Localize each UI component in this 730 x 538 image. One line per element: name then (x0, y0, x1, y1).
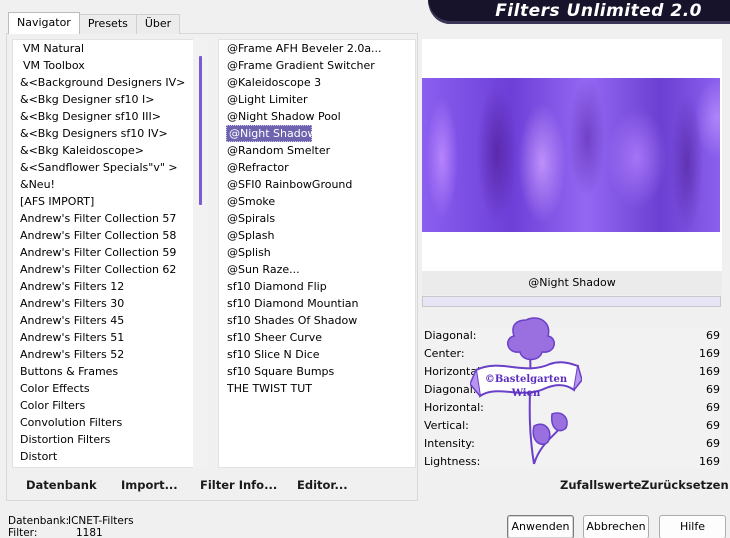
category-item[interactable]: [AFS IMPORT] (13, 193, 207, 210)
filter-item[interactable]: @Refractor (219, 159, 415, 176)
filter-item[interactable]: @Smoke (219, 193, 415, 210)
category-item[interactable]: Buttons & Frames (13, 363, 207, 380)
param-value[interactable]: 69 (706, 399, 720, 417)
category-item[interactable]: Distort (13, 448, 207, 465)
filter-info-button[interactable]: Filter Info... (200, 478, 277, 492)
watermark-flower: ©Bastelgarten Wien (470, 317, 582, 465)
watermark-text-2: Wien (511, 388, 541, 399)
category-item[interactable]: Color Effects (13, 380, 207, 397)
category-scrollbar-thumb[interactable] (199, 56, 202, 205)
tab-about[interactable]: Über (135, 14, 181, 34)
preview-image (422, 78, 720, 232)
category-item[interactable]: Andrew's Filters 45 (13, 312, 207, 329)
app-title: Filters Unlimited 2.0 (495, 1, 702, 21)
category-item[interactable]: VM Toolbox (13, 57, 207, 74)
filter-item[interactable]: THE TWIST TUT (219, 380, 415, 397)
filter-item[interactable]: @Spirals (219, 210, 415, 227)
category-item[interactable]: &Neu! (13, 176, 207, 193)
category-item[interactable]: &<Bkg Kaleidoscope> (13, 142, 207, 159)
database-button[interactable]: Datenbank (26, 478, 97, 492)
apply-button[interactable]: Anwenden (507, 515, 574, 538)
param-label: Intensity: (424, 437, 475, 450)
status-area: Datenbank:ICNET-Filters Filter: 1181 (8, 515, 134, 538)
category-item[interactable]: &<Bkg Designer sf10 III> (13, 108, 207, 125)
import-button[interactable]: Import... (121, 478, 178, 492)
watermark-text-1: ©Bastelgarten (485, 374, 568, 385)
param-value[interactable]: 69 (706, 417, 720, 435)
category-item[interactable]: &<Bkg Designers sf10 IV> (13, 125, 207, 142)
category-item[interactable]: Andrew's Filters 51 (13, 329, 207, 346)
param-value[interactable]: 169 (699, 345, 720, 363)
category-item[interactable]: Andrew's Filter Collection 62 (13, 261, 207, 278)
help-button[interactable]: Hilfe (659, 515, 726, 538)
category-list[interactable]: VM Natural VM Toolbox &<Background Desig… (12, 39, 208, 468)
param-label: Diagonal: (424, 383, 477, 396)
filter-item[interactable]: @Sun Raze... (219, 261, 415, 278)
param-value[interactable]: 69 (706, 327, 720, 345)
filter-list[interactable]: @Frame AFH Beveler 2.0a... @Frame Gradie… (218, 39, 416, 468)
category-item[interactable]: VM Natural (13, 40, 207, 57)
filter-item[interactable]: @Splash (219, 227, 415, 244)
filter-item[interactable]: sf10 Diamond Flip (219, 278, 415, 295)
filter-item-selected[interactable]: @Night Shadow (226, 125, 316, 142)
editor-button[interactable]: Editor... (297, 478, 348, 492)
filter-item[interactable]: @Splish (219, 244, 415, 261)
filter-item[interactable]: sf10 Sheer Curve (219, 329, 415, 346)
status-database-label: Datenbank: (8, 515, 70, 527)
category-item[interactable]: &<Background Designers IV> (13, 74, 207, 91)
random-values-button[interactable]: Zufallswerte (560, 478, 641, 492)
param-value[interactable]: 169 (699, 363, 720, 381)
filter-item[interactable]: @SFI0 RainbowGround (219, 176, 415, 193)
reset-button[interactable]: Zurücksetzen (641, 478, 729, 492)
filter-item[interactable]: sf10 Diamond Mountian (219, 295, 415, 312)
param-label: Vertical: (424, 419, 469, 432)
cancel-button[interactable]: Abbrechen (583, 515, 649, 538)
progress-bar (422, 296, 721, 307)
status-filter-value: 1181 (76, 527, 103, 538)
category-item[interactable]: &<Bkg Designer sf10 I> (13, 91, 207, 108)
category-item[interactable]: Convolution Filters (13, 414, 207, 431)
category-item[interactable]: Andrew's Filters 12 (13, 278, 207, 295)
filter-item[interactable]: @Kaleidoscope 3 (219, 74, 415, 91)
param-label: Diagonal: (424, 329, 477, 342)
category-item[interactable]: Andrew's Filters 30 (13, 295, 207, 312)
category-item[interactable]: &<Sandflower Specials"v" > (13, 159, 207, 176)
filter-item[interactable]: @Frame Gradient Switcher (219, 57, 415, 74)
status-database-value: ICNET-Filters (68, 515, 134, 527)
filter-item[interactable]: sf10 Shades Of Shadow (219, 312, 415, 329)
filter-item[interactable]: sf10 Slice N Dice (219, 346, 415, 363)
filter-item[interactable]: @Night Shadow Pool (219, 108, 415, 125)
tab-presets[interactable]: Presets (78, 14, 137, 34)
param-label: Center: (424, 347, 465, 360)
param-value[interactable]: 69 (706, 381, 720, 399)
tab-strip: Navigator Presets Über (8, 12, 181, 34)
tab-navigator[interactable]: Navigator (8, 12, 80, 34)
category-item[interactable]: Andrew's Filter Collection 59 (13, 244, 207, 261)
status-filter-label: Filter: (8, 527, 38, 538)
category-item[interactable]: Distortion Filters (13, 431, 207, 448)
filter-item[interactable]: sf10 Square Bumps (219, 363, 415, 380)
preview-filter-name: @Night Shadow (422, 271, 722, 295)
title-banner: Filters Unlimited 2.0 (428, 0, 730, 24)
param-value[interactable]: 69 (706, 435, 720, 453)
filter-item[interactable]: @Frame AFH Beveler 2.0a... (219, 40, 415, 57)
category-item[interactable]: Andrew's Filter Collection 58 (13, 227, 207, 244)
filter-item[interactable]: @Random Smelter (219, 142, 415, 159)
category-item[interactable]: Andrew's Filters 52 (13, 346, 207, 363)
filter-item[interactable]: @Light Limiter (219, 91, 415, 108)
param-value[interactable]: 169 (699, 453, 720, 471)
category-item[interactable]: Color Filters (13, 397, 207, 414)
category-item[interactable]: Andrew's Filter Collection 57 (13, 210, 207, 227)
